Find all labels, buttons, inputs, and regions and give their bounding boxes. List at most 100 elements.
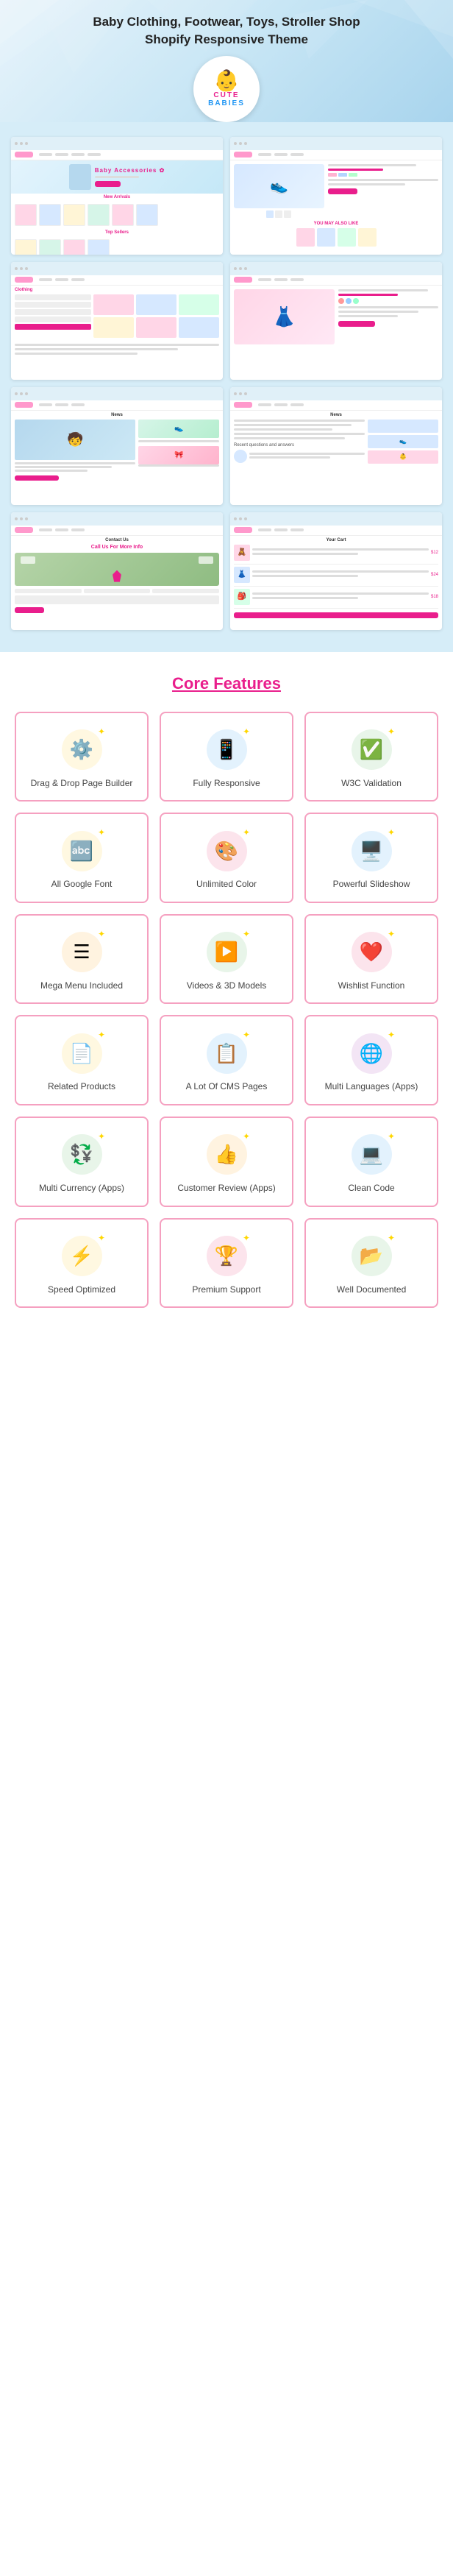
feature-star: ✦ <box>388 726 395 737</box>
feature-icon-bg: ⚡ <box>62 1236 102 1276</box>
feature-icon-wrap: 🌐 ✦ <box>349 1031 393 1075</box>
feature-star: ✦ <box>243 1233 250 1243</box>
feature-icon-wrap: 🏆 ✦ <box>204 1234 249 1278</box>
feature-card-speed: ⚡ ✦ Speed Optimized <box>15 1218 149 1309</box>
feature-icon-wrap: ⚙️ ✦ <box>60 728 104 772</box>
feature-icon-bg: 👍 <box>207 1134 247 1175</box>
feature-star: ✦ <box>388 1030 395 1040</box>
feature-icon-wrap: ⚡ ✦ <box>60 1234 104 1278</box>
screenshot-home1: Baby Accessories ✿ New Arrivals Top Sell… <box>11 137 223 255</box>
feature-label: Clean Code <box>348 1183 394 1195</box>
feature-label: Videos & 3D Models <box>187 980 267 992</box>
feature-label: A Lot Of CMS Pages <box>186 1081 268 1093</box>
feature-icon-wrap: ❤️ ✦ <box>349 930 393 974</box>
feature-icon-bg: 🖥️ <box>352 831 392 871</box>
feature-star: ✦ <box>98 1233 105 1243</box>
feature-card-slideshow: 🖥️ ✦ Powerful Slideshow <box>304 813 438 903</box>
feature-icon-bg: 🌐 <box>352 1033 392 1074</box>
screenshot-blog2: News Recent questions and answers <box>230 387 442 505</box>
feature-icon-wrap: 🔤 ✦ <box>60 829 104 873</box>
feature-card-support: 🏆 ✦ Premium Support <box>160 1218 293 1309</box>
logo-babies: BABIES <box>208 99 245 107</box>
feature-card-responsive: 📱 ✦ Fully Responsive <box>160 712 293 802</box>
feature-card-w3c: ✅ ✦ W3C Validation <box>304 712 438 802</box>
feature-star: ✦ <box>98 1030 105 1040</box>
feature-label: Customer Review (Apps) <box>177 1183 275 1195</box>
feature-label: Unlimited Color <box>196 879 257 891</box>
feature-icon: 📋 <box>215 1042 238 1065</box>
feature-icon-wrap: 📋 ✦ <box>204 1031 249 1075</box>
feature-icon: ☰ <box>73 941 90 963</box>
feature-icon-bg: 💻 <box>352 1134 392 1175</box>
logo-container: 👶 CUTE BABIES <box>15 56 438 122</box>
feature-icon-wrap: 🖥️ ✦ <box>349 829 393 873</box>
feature-card-review: 👍 ✦ Customer Review (Apps) <box>160 1117 293 1207</box>
feature-star: ✦ <box>98 827 105 838</box>
feature-icon-bg: 📱 <box>207 729 247 770</box>
feature-card-languages: 🌐 ✦ Multi Languages (Apps) <box>304 1015 438 1105</box>
feature-icon-wrap: 💱 ✦ <box>60 1133 104 1177</box>
feature-icon: ❤️ <box>360 941 383 963</box>
feature-star: ✦ <box>98 1131 105 1142</box>
screenshot-product-list: 👟 <box>230 137 442 255</box>
feature-icon: 💱 <box>70 1143 93 1166</box>
feature-icon-bg: ☰ <box>62 932 102 972</box>
feature-label: Wishlist Function <box>338 980 405 992</box>
screenshot-product-detail: 👗 <box>230 262 442 380</box>
header: Baby Clothing, Footwear, Toys, Stroller … <box>0 0 453 122</box>
feature-icon-wrap: 📄 ✦ <box>60 1031 104 1075</box>
feature-card-related: 📄 ✦ Related Products <box>15 1015 149 1105</box>
feature-card-videos: ▶️ ✦ Videos & 3D Models <box>160 914 293 1005</box>
logo-icon: 👶 <box>214 71 240 91</box>
feature-label: All Google Font <box>51 879 113 891</box>
feature-icon-wrap: 💻 ✦ <box>349 1133 393 1177</box>
feature-icon: 👍 <box>215 1143 238 1166</box>
feature-icon-wrap: 📱 ✦ <box>204 728 249 772</box>
feature-star: ✦ <box>243 726 250 737</box>
feature-icon-bg: 📂 <box>352 1236 392 1276</box>
feature-icon-wrap: 👍 ✦ <box>204 1133 249 1177</box>
feature-label: Speed Optimized <box>48 1284 115 1296</box>
feature-card-mega-menu: ☰ ✦ Mega Menu Included <box>15 914 149 1005</box>
logo-cute: CUTE <box>213 91 239 99</box>
logo-box: 👶 CUTE BABIES <box>193 56 260 122</box>
feature-icon-wrap: ☰ ✦ <box>60 930 104 974</box>
feature-icon-bg: 🏆 <box>207 1236 247 1276</box>
feature-icon-bg: ❤️ <box>352 932 392 972</box>
feature-icon-bg: 📄 <box>62 1033 102 1074</box>
feature-icon: 🏆 <box>215 1245 238 1267</box>
feature-icon: ⚡ <box>70 1245 93 1267</box>
feature-label: Drag & Drop Page Builder <box>31 778 133 790</box>
feature-icon: 💻 <box>360 1143 383 1166</box>
feature-star: ✦ <box>98 929 105 939</box>
feature-label: Related Products <box>48 1081 115 1093</box>
feature-icon: 🖥️ <box>360 840 383 863</box>
screenshots-grid: Baby Accessories ✿ New Arrivals Top Sell… <box>11 137 442 630</box>
feature-card-clean-code: 💻 ✦ Clean Code <box>304 1117 438 1207</box>
feature-icon-bg: 🎨 <box>207 831 247 871</box>
feature-star: ✦ <box>243 1030 250 1040</box>
feature-icon: ▶️ <box>215 941 238 963</box>
screenshot-cart: Your Cart 🧸 $12 👗 $24 🎒 <box>230 512 442 630</box>
feature-label: Multi Currency (Apps) <box>39 1183 124 1195</box>
feature-icon-bg: 🔤 <box>62 831 102 871</box>
feature-card-google-font: 🔤 ✦ All Google Font <box>15 813 149 903</box>
feature-icon: ✅ <box>360 738 383 761</box>
feature-icon-wrap: ✅ ✦ <box>349 728 393 772</box>
feature-icon: 📄 <box>70 1042 93 1065</box>
feature-star: ✦ <box>388 1233 395 1243</box>
feature-label: Fully Responsive <box>193 778 260 790</box>
feature-label: Well Documented <box>337 1284 407 1296</box>
screenshots-section: Baby Accessories ✿ New Arrivals Top Sell… <box>0 122 453 652</box>
feature-star: ✦ <box>388 1131 395 1142</box>
feature-card-cms: 📋 ✦ A Lot Of CMS Pages <box>160 1015 293 1105</box>
feature-card-wishlist: ❤️ ✦ Wishlist Function <box>304 914 438 1005</box>
feature-card-currency: 💱 ✦ Multi Currency (Apps) <box>15 1117 149 1207</box>
feature-icon: ⚙️ <box>70 738 93 761</box>
feature-star: ✦ <box>98 726 105 737</box>
page-title: Baby Clothing, Footwear, Toys, Stroller … <box>15 13 438 49</box>
feature-icon: 📱 <box>215 738 238 761</box>
feature-icon-wrap: 📂 ✦ <box>349 1234 393 1278</box>
feature-icon-bg: ⚙️ <box>62 729 102 770</box>
screenshot-blog1: News 🧒 👟 🎀 <box>11 387 223 505</box>
